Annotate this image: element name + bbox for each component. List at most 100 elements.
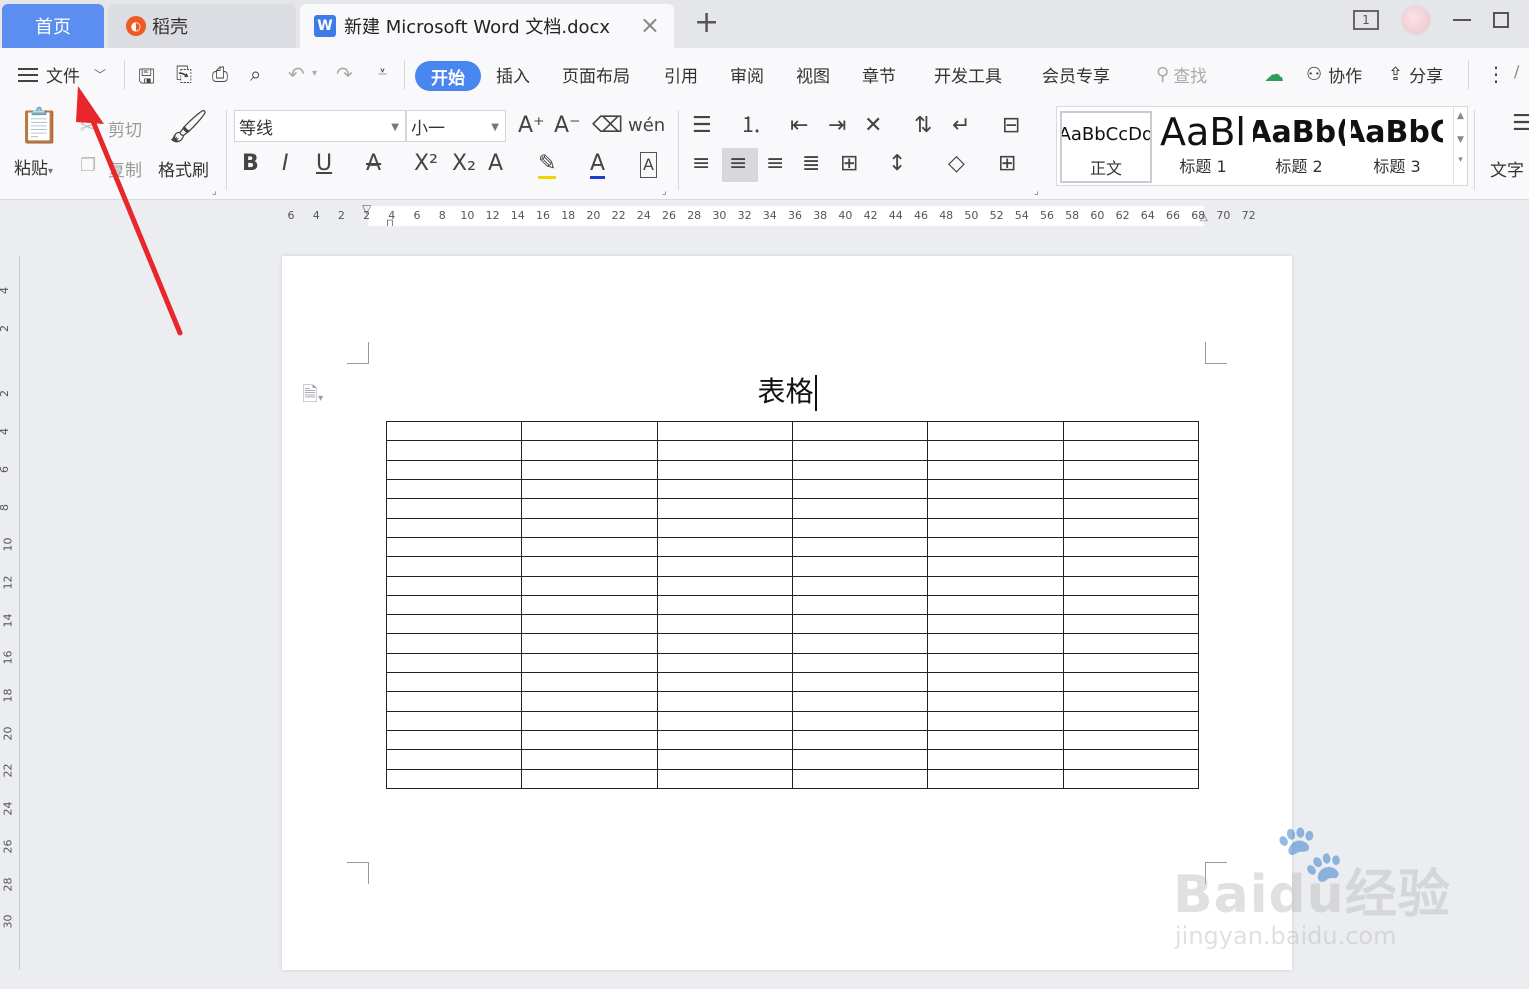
table-cell[interactable] — [521, 594, 658, 616]
table-cell[interactable] — [927, 614, 1064, 635]
table-cell[interactable] — [385, 575, 523, 596]
table-cell[interactable] — [791, 498, 929, 519]
ribbon-tab-section[interactable]: 章节 — [862, 62, 896, 87]
table-cell[interactable] — [927, 768, 1064, 790]
strikethrough-icon[interactable]: A — [366, 152, 381, 176]
paste-button[interactable]: 粘贴▾ — [14, 154, 53, 179]
table-cell[interactable] — [385, 478, 523, 500]
table-cell[interactable] — [791, 710, 929, 732]
table-cell[interactable] — [656, 614, 793, 635]
minimize-icon[interactable] — [1453, 19, 1471, 21]
table-cell[interactable] — [656, 729, 793, 751]
table-cell[interactable] — [927, 498, 1064, 519]
table-cell[interactable] — [521, 691, 658, 712]
table-cell[interactable] — [385, 614, 523, 635]
table-cell[interactable] — [927, 556, 1064, 577]
table-cell[interactable] — [656, 478, 793, 500]
font-color-icon[interactable]: A — [590, 152, 606, 179]
ribbon-tab-insert[interactable]: 插入 — [496, 62, 530, 87]
table-cell[interactable] — [385, 517, 523, 538]
table-cell[interactable] — [927, 575, 1064, 596]
ribbon-tab-references[interactable]: 引用 — [664, 62, 698, 87]
paragraph-launcher-icon[interactable]: ⌟ — [1034, 186, 1039, 197]
table-cell[interactable] — [521, 672, 658, 693]
collaborate-button[interactable]: ⚇ 协作 — [1306, 62, 1362, 87]
table-cell[interactable] — [1062, 536, 1200, 558]
sort-icon[interactable]: ⇅ — [914, 114, 932, 138]
table-cell[interactable] — [656, 498, 793, 519]
style-normal[interactable]: AaBbCcDd 正文 — [1060, 111, 1152, 183]
undo-dropdown-icon[interactable]: ▾ — [312, 68, 317, 79]
table-cell[interactable] — [1062, 710, 1200, 732]
page-count-button[interactable]: 1 — [1353, 10, 1379, 30]
close-tab-icon[interactable]: × — [640, 13, 660, 37]
table-cell[interactable] — [656, 691, 793, 712]
chevron-up-icon[interactable]: ▲ — [1454, 111, 1467, 121]
table-cell[interactable] — [656, 594, 793, 616]
table-cell[interactable] — [656, 633, 793, 654]
table-cell[interactable] — [1062, 633, 1200, 654]
table-cell[interactable] — [791, 749, 929, 770]
align-left-icon[interactable]: ≡ — [692, 152, 710, 176]
style-heading-3[interactable]: AaBbC 标题 3 — [1351, 111, 1443, 183]
table-cell[interactable] — [521, 517, 658, 538]
borders-icon[interactable]: ⊞ — [998, 152, 1016, 176]
shading-icon[interactable]: ◇ — [948, 152, 965, 176]
table-cell[interactable] — [927, 672, 1064, 693]
table-cell[interactable] — [656, 672, 793, 693]
table-cell[interactable] — [656, 652, 793, 674]
file-menu-button[interactable]: 文件 ﹀ — [18, 62, 106, 87]
table-cell[interactable] — [385, 440, 523, 461]
table-cell[interactable] — [521, 749, 658, 770]
collapse-ribbon-icon[interactable]: ∕ — [1514, 62, 1519, 81]
ribbon-tab-review[interactable]: 审阅 — [730, 62, 764, 87]
table-cell[interactable] — [385, 420, 523, 442]
table-cell[interactable] — [927, 749, 1064, 770]
table-cell[interactable] — [791, 691, 929, 712]
table-cell[interactable] — [927, 710, 1064, 732]
table-cell[interactable] — [791, 478, 929, 500]
table-cell[interactable] — [927, 478, 1064, 500]
table-cell[interactable] — [1062, 672, 1200, 693]
table-cell[interactable] — [1062, 729, 1200, 751]
numbered-list-icon[interactable]: ⒈ — [740, 114, 762, 138]
italic-icon[interactable]: I — [282, 152, 289, 176]
avatar[interactable] — [1401, 5, 1431, 35]
table-cell[interactable] — [1062, 614, 1200, 635]
table-cell[interactable] — [927, 652, 1064, 674]
chevron-down-icon[interactable]: ▼ — [1454, 135, 1467, 145]
expand-gallery-icon[interactable]: ▾ — [1454, 155, 1467, 165]
print-icon[interactable]: ⎙ — [212, 62, 228, 86]
decrease-indent-icon[interactable]: ⇤ — [790, 114, 808, 138]
table-cell[interactable] — [521, 498, 658, 519]
table-cell[interactable] — [927, 536, 1064, 558]
table-cell[interactable] — [791, 536, 929, 558]
table-cell[interactable] — [385, 729, 523, 751]
tab-stops-icon[interactable]: ⊟ — [1002, 114, 1020, 138]
table-cell[interactable] — [385, 594, 523, 616]
table-cell[interactable] — [385, 672, 523, 693]
distributed-align-icon[interactable]: ⊞ — [840, 152, 858, 176]
customize-toolbar-icon[interactable]: ⩡ — [378, 62, 387, 82]
more-options-icon[interactable]: ⋮ — [1486, 62, 1506, 86]
table-cell[interactable] — [1062, 440, 1200, 461]
table-cell[interactable] — [1062, 768, 1200, 790]
table-cell[interactable] — [521, 575, 658, 596]
copy-button[interactable]: 复制 — [108, 156, 142, 181]
table-cell[interactable] — [656, 536, 793, 558]
table-cell[interactable] — [656, 459, 793, 480]
table-cell[interactable] — [791, 459, 929, 480]
table-cell[interactable] — [521, 420, 658, 442]
table-cell[interactable] — [927, 691, 1064, 712]
table-cell[interactable] — [1062, 594, 1200, 616]
char-border-icon[interactable]: A — [640, 152, 657, 178]
line-spacing-icon[interactable]: ↕ — [888, 152, 906, 176]
shrink-font-icon[interactable]: A⁻ — [554, 114, 581, 138]
print-preview-icon[interactable]: ⌕ — [250, 62, 261, 86]
table-cell[interactable] — [521, 633, 658, 654]
table-cell[interactable] — [791, 633, 929, 654]
table-cell[interactable] — [1062, 652, 1200, 674]
table-cell[interactable] — [927, 440, 1064, 461]
table-cell[interactable] — [521, 459, 658, 480]
table-cell[interactable] — [656, 440, 793, 461]
